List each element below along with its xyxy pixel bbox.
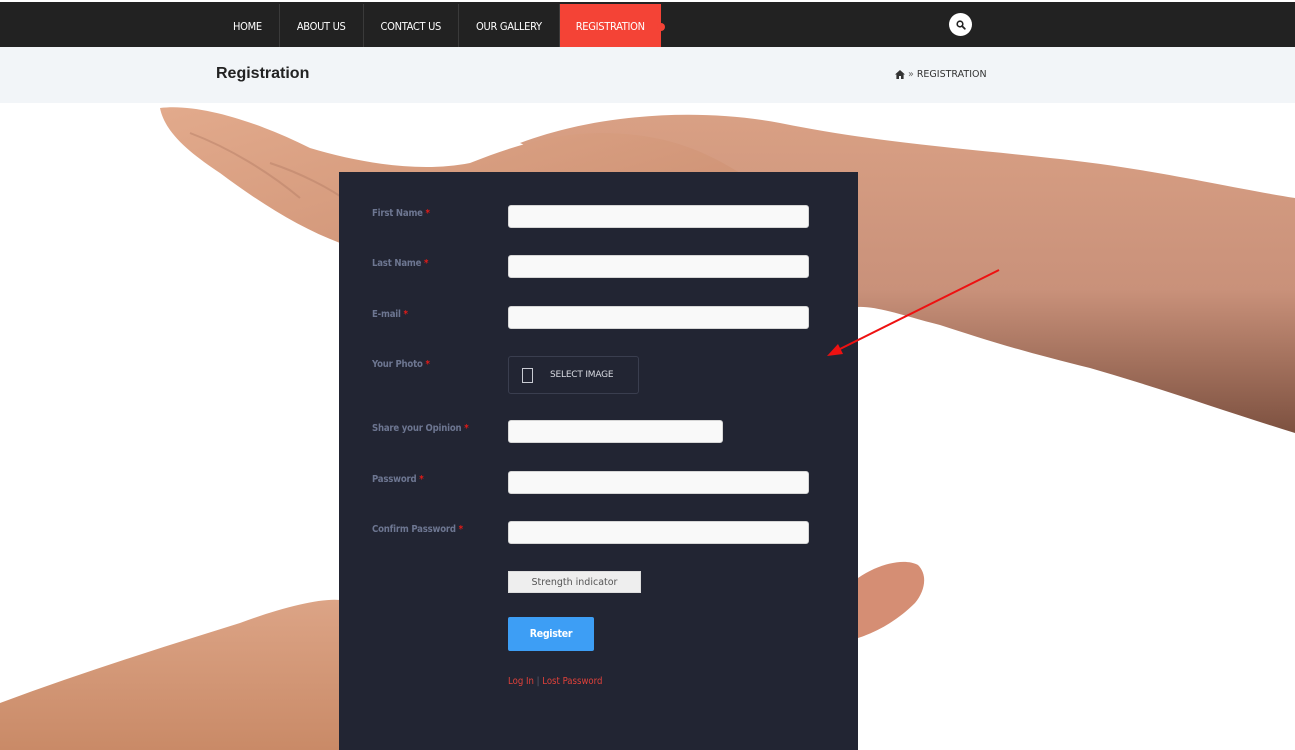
home-icon[interactable] xyxy=(895,70,905,79)
breadcrumb: » REGISTRATION xyxy=(895,69,987,80)
photo-label: Your Photo * xyxy=(372,359,430,370)
registration-form: First Name * Last Name * E-mail * Your P… xyxy=(339,172,858,750)
email-label: E-mail * xyxy=(372,309,408,320)
confirm-password-input[interactable] xyxy=(508,521,809,544)
required-marker: * xyxy=(423,258,429,269)
lost-password-link[interactable]: Lost Password xyxy=(542,676,602,687)
required-marker: * xyxy=(425,208,430,219)
password-strength-indicator: Strength indicator xyxy=(508,571,641,593)
password-input[interactable] xyxy=(508,471,809,494)
page-title-bar: Registration » REGISTRATION xyxy=(0,47,1295,103)
link-separator: | xyxy=(536,676,540,687)
first-name-input[interactable] xyxy=(508,205,809,228)
page-title: Registration xyxy=(216,65,310,82)
select-image-button[interactable]: SELECT IMAGE xyxy=(508,356,639,394)
last-name-label: Last Name * xyxy=(372,258,429,269)
required-marker: * xyxy=(403,309,408,320)
breadcrumb-current: REGISTRATION xyxy=(916,69,987,80)
confirm-password-label: Confirm Password * xyxy=(372,524,463,535)
register-button[interactable]: Register xyxy=(508,617,594,651)
password-label: Password * xyxy=(372,474,424,485)
select-image-label: SELECT IMAGE xyxy=(550,370,614,380)
nav-item-registration[interactable]: REGISTRATION xyxy=(559,4,665,49)
nav-item-contact-us[interactable]: CONTACT US xyxy=(364,4,460,49)
required-marker: * xyxy=(425,359,430,370)
file-icon xyxy=(522,367,533,383)
main-nav: HOME ABOUT US CONTACT US OUR GALLERY REG… xyxy=(216,4,665,49)
first-name-label: First Name * xyxy=(372,208,430,219)
required-marker: * xyxy=(464,423,469,434)
auth-links: Log In | Lost Password xyxy=(508,676,602,687)
required-marker: * xyxy=(419,474,424,485)
nav-item-our-gallery[interactable]: OUR GALLERY xyxy=(459,4,560,49)
nav-item-home[interactable]: HOME xyxy=(216,4,280,49)
login-link[interactable]: Log In xyxy=(508,676,534,687)
opinion-label: Share your Opinion * xyxy=(372,423,469,434)
required-marker: * xyxy=(458,524,463,535)
search-button[interactable] xyxy=(949,13,972,36)
last-name-input[interactable] xyxy=(508,255,809,278)
top-navigation-bar: HOME ABOUT US CONTACT US OUR GALLERY REG… xyxy=(0,0,1295,49)
email-input[interactable] xyxy=(508,306,809,329)
breadcrumb-separator: » xyxy=(908,69,914,80)
nav-item-about-us[interactable]: ABOUT US xyxy=(280,4,364,49)
opinion-input[interactable] xyxy=(508,420,723,443)
search-icon xyxy=(955,19,966,30)
